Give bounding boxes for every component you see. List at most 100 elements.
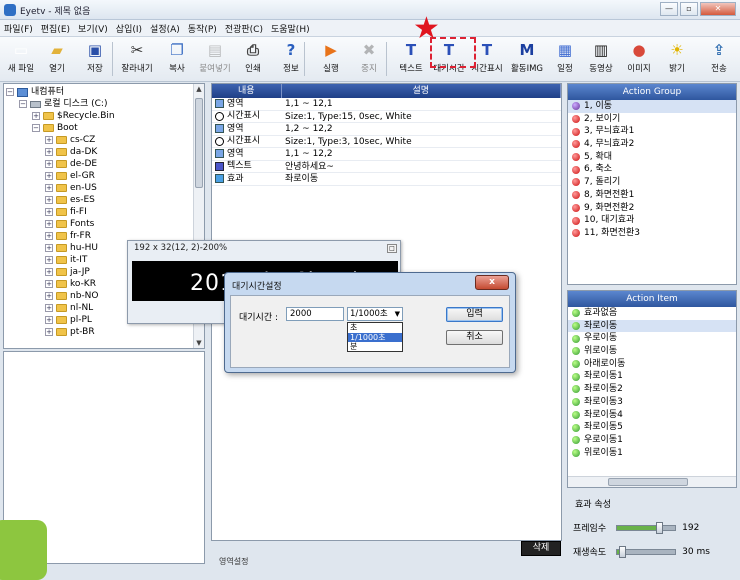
delete-button[interactable]: 삭제	[521, 541, 561, 556]
action-group-item[interactable]: 8, 화면전환1	[568, 189, 736, 202]
send-button[interactable]: ⇪ 전송	[700, 39, 738, 79]
play-speed-slider[interactable]	[616, 545, 677, 558]
collapse-icon[interactable]: −	[32, 124, 40, 132]
action-group-item[interactable]: 6, 축소	[568, 163, 736, 176]
close-button[interactable]: ✕	[700, 2, 736, 16]
menu-item-6[interactable]: 전광판(C)	[225, 22, 263, 35]
video-button[interactable]: ▥ 동영상	[582, 39, 620, 79]
list-item[interactable]: 시간표시 Size:1, Type:3, 10sec, White	[212, 136, 561, 148]
list-item[interactable]: 시간표시 Size:1, Type:15, 0sec, White	[212, 111, 561, 123]
expand-icon[interactable]: +	[45, 220, 53, 228]
action-item[interactable]: 아래로이동	[568, 358, 736, 371]
action-group-item[interactable]: 11, 화면전환3	[568, 227, 736, 240]
header-content[interactable]: 내용	[212, 84, 282, 98]
action-group-item[interactable]: 3, 무늬효과1	[568, 125, 736, 138]
expand-icon[interactable]: +	[45, 184, 53, 192]
cancel-button[interactable]: 취소	[446, 330, 503, 345]
ok-button[interactable]: 입력	[446, 307, 503, 322]
image-button[interactable]: ● 이미지	[620, 39, 658, 79]
tree-node[interactable]: + en-US	[6, 182, 204, 194]
unit-option[interactable]: 분	[348, 342, 402, 352]
dialog-close-button[interactable]: x	[475, 275, 509, 290]
menu-item-5[interactable]: 동작(P)	[188, 22, 217, 35]
menu-item-4[interactable]: 설정(A)	[150, 22, 180, 35]
expand-icon[interactable]: +	[45, 328, 53, 336]
tree-node[interactable]: + de-DE	[6, 158, 204, 170]
action-group-item[interactable]: 7, 돌리기	[568, 176, 736, 189]
wait-unit-select[interactable]: 1/1000초 ▼	[347, 307, 403, 321]
expand-icon[interactable]: +	[45, 268, 53, 276]
tree-node[interactable]: + da-DK	[6, 146, 204, 158]
tree-node[interactable]: + fi-FI	[6, 206, 204, 218]
unit-option[interactable]: 1/1000초	[348, 332, 402, 342]
list-item[interactable]: 영역 1,2 ~ 12,2	[212, 123, 561, 136]
expand-icon[interactable]: +	[45, 256, 53, 264]
action-group-item[interactable]: 5, 확대	[568, 151, 736, 164]
frame-count-knob[interactable]	[655, 521, 663, 534]
save-button[interactable]: ▣ 저장	[76, 39, 114, 79]
wait-time-input[interactable]: 2000	[286, 307, 344, 321]
action-item[interactable]: 우로이동1	[568, 434, 736, 447]
tree-node[interactable]: + Fonts	[6, 218, 204, 230]
expand-icon[interactable]: +	[45, 148, 53, 156]
header-description[interactable]: 설명	[282, 84, 561, 98]
unit-option[interactable]: 초	[348, 323, 402, 333]
copy-button[interactable]: ❐ 복사	[158, 39, 196, 79]
action-item[interactable]: 좌로이동	[568, 319, 736, 333]
action-item-scroll-thumb[interactable]	[608, 478, 688, 486]
expand-icon[interactable]: +	[45, 232, 53, 240]
menu-item-1[interactable]: 편집(E)	[41, 22, 70, 35]
scroll-up-icon[interactable]: ▲	[194, 84, 204, 94]
action-item[interactable]: 좌로이동2	[568, 383, 736, 396]
expand-icon[interactable]: +	[45, 244, 53, 252]
action-item[interactable]: 효과없음	[568, 307, 736, 320]
print-button[interactable]: ⎙ 인쇄	[234, 39, 272, 79]
action-group-item[interactable]: 9, 화면전환2	[568, 202, 736, 215]
tree-node[interactable]: − 내컴퓨터	[6, 86, 204, 98]
menu-item-7[interactable]: 도움말(H)	[271, 22, 310, 35]
expand-icon[interactable]: +	[45, 160, 53, 168]
scroll-down-icon[interactable]: ▼	[194, 338, 204, 348]
list-item[interactable]: 효과 좌로이동	[212, 173, 561, 186]
menu-item-0[interactable]: 파일(F)	[4, 22, 33, 35]
action-group-item[interactable]: 4, 무늬효과2	[568, 138, 736, 151]
menu-item-3[interactable]: 삽입(I)	[116, 22, 142, 35]
frame-count-slider[interactable]	[616, 521, 677, 534]
tree-node[interactable]: + $Recycle.Bin	[6, 110, 204, 122]
action-item[interactable]: 좌로이동3	[568, 396, 736, 409]
expand-icon[interactable]: +	[45, 136, 53, 144]
run-button[interactable]: ▶ 실행	[312, 39, 350, 79]
tree-node[interactable]: + cs-CZ	[6, 134, 204, 146]
brightness-button[interactable]: ☀ 밝기	[658, 39, 696, 79]
expand-icon[interactable]: +	[45, 208, 53, 216]
action-item[interactable]: 좌로이동4	[568, 409, 736, 422]
minimize-button[interactable]: —	[660, 2, 678, 16]
schedule-button[interactable]: ▦ 일정	[546, 39, 584, 79]
action-item-scrollbar[interactable]	[568, 476, 736, 487]
paste-button[interactable]: ▤ 붙여넣기	[196, 39, 234, 79]
expand-icon[interactable]: +	[45, 316, 53, 324]
tree-node[interactable]: − Boot	[6, 122, 204, 134]
tree-node[interactable]: − 로컬 디스크 (C:)	[6, 98, 204, 110]
expand-icon[interactable]: +	[32, 112, 40, 120]
action-item[interactable]: 좌로이동5	[568, 421, 736, 434]
action-group-item[interactable]: 2, 보이기	[568, 113, 736, 126]
list-item[interactable]: 영역 1,1 ~ 12,2	[212, 148, 561, 161]
new-button[interactable]: ▭ 새 파일	[2, 39, 40, 79]
play-speed-knob[interactable]	[618, 545, 626, 558]
menu-item-2[interactable]: 보기(V)	[78, 22, 108, 35]
action-group-item[interactable]: 10, 대기효과	[568, 214, 736, 227]
action-item[interactable]: 위로이동1	[568, 447, 736, 460]
action-item[interactable]: 우로이동	[568, 332, 736, 345]
list-item[interactable]: 영역 1,1 ~ 12,1	[212, 98, 561, 111]
collapse-icon[interactable]: −	[6, 88, 14, 96]
expand-icon[interactable]: +	[45, 196, 53, 204]
open-button[interactable]: ▰ 열기	[38, 39, 76, 79]
tree-node[interactable]: + es-ES	[6, 194, 204, 206]
collapse-icon[interactable]: −	[19, 100, 27, 108]
action-item[interactable]: 위로이동	[568, 345, 736, 358]
list-item[interactable]: 텍스트 안녕하세요~	[212, 161, 561, 173]
expand-icon[interactable]: +	[45, 172, 53, 180]
preview-close-icon[interactable]: □	[387, 244, 397, 253]
action-item[interactable]: 좌로이동1	[568, 370, 736, 383]
